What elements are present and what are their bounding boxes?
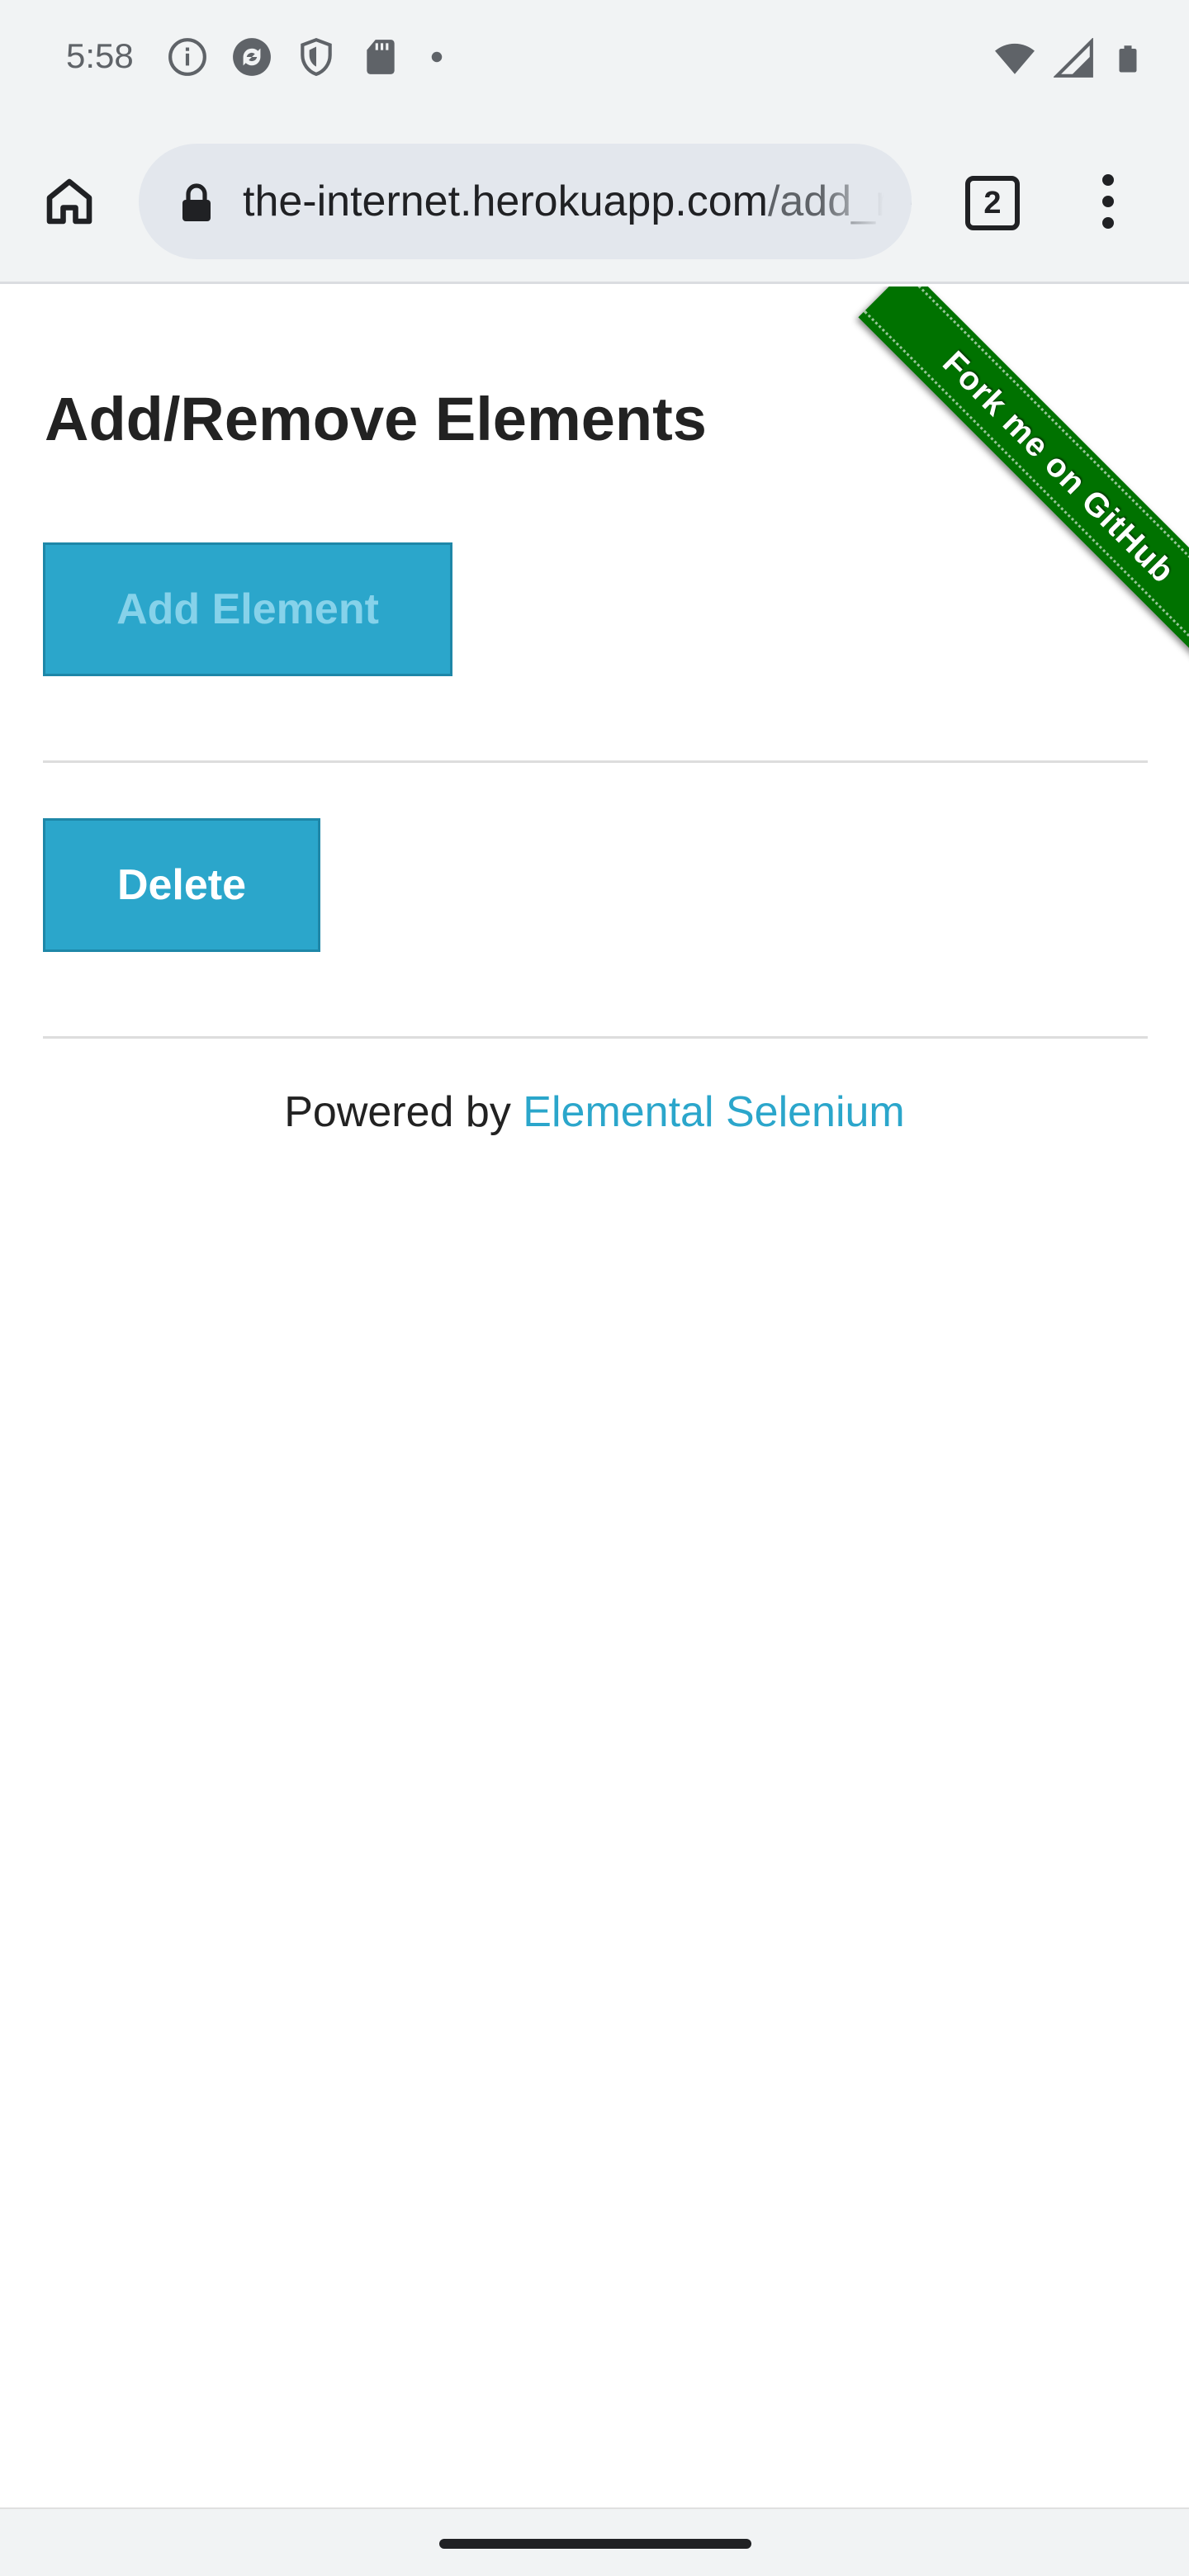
signal-icon	[1054, 38, 1093, 78]
divider	[43, 760, 1148, 763]
sync-icon	[233, 38, 271, 76]
github-ribbon-container: Fork me on GitHub	[793, 286, 1189, 683]
address-bar[interactable]: the-internet.herokuapp.com/add_remove_el…	[139, 144, 912, 259]
footer-prefix: Powered by	[284, 1088, 523, 1136]
fork-me-github-ribbon[interactable]: Fork me on GitHub	[858, 286, 1189, 668]
add-element-button[interactable]: Add Element	[43, 542, 452, 676]
gesture-nav-bar	[0, 2507, 1189, 2576]
status-system-icons	[994, 38, 1143, 79]
home-button[interactable]	[33, 165, 106, 238]
browser-toolbar: the-internet.herokuapp.com/add_remove_el…	[0, 122, 1189, 284]
dot-icon	[431, 51, 443, 63]
sd-card-icon	[367, 40, 395, 74]
url-text[interactable]: the-internet.herokuapp.com/add_remove_el…	[243, 177, 912, 226]
url-host: the-internet.herokuapp.com	[243, 178, 768, 225]
more-menu-button[interactable]	[1077, 165, 1139, 238]
more-vert-icon	[1102, 174, 1114, 186]
info-icon	[168, 38, 206, 76]
divider	[43, 1036, 1148, 1039]
elemental-selenium-link[interactable]: Elemental Selenium	[523, 1088, 904, 1136]
status-time: 5:58	[66, 36, 134, 75]
shield-icon	[301, 37, 332, 77]
page-title: Add/Remove Elements	[45, 385, 707, 453]
url-fade	[821, 144, 912, 259]
lock-icon[interactable]	[177, 182, 216, 225]
home-icon	[46, 178, 92, 225]
battery-icon	[1119, 45, 1137, 73]
home-gesture-handle[interactable]	[439, 2539, 751, 2549]
delete-button[interactable]: Delete	[43, 818, 320, 952]
status-notification-icons	[167, 36, 449, 78]
tab-switcher-button[interactable]: 2	[959, 170, 1026, 236]
footer: Powered by Elemental Selenium	[0, 1087, 1189, 1137]
status-bar: 5:58	[0, 0, 1189, 122]
web-page: Fork me on GitHub Add/Remove Elements Ad…	[0, 286, 1189, 2507]
wifi-icon	[995, 43, 1035, 74]
tabs-icon: 2	[965, 176, 1020, 230]
